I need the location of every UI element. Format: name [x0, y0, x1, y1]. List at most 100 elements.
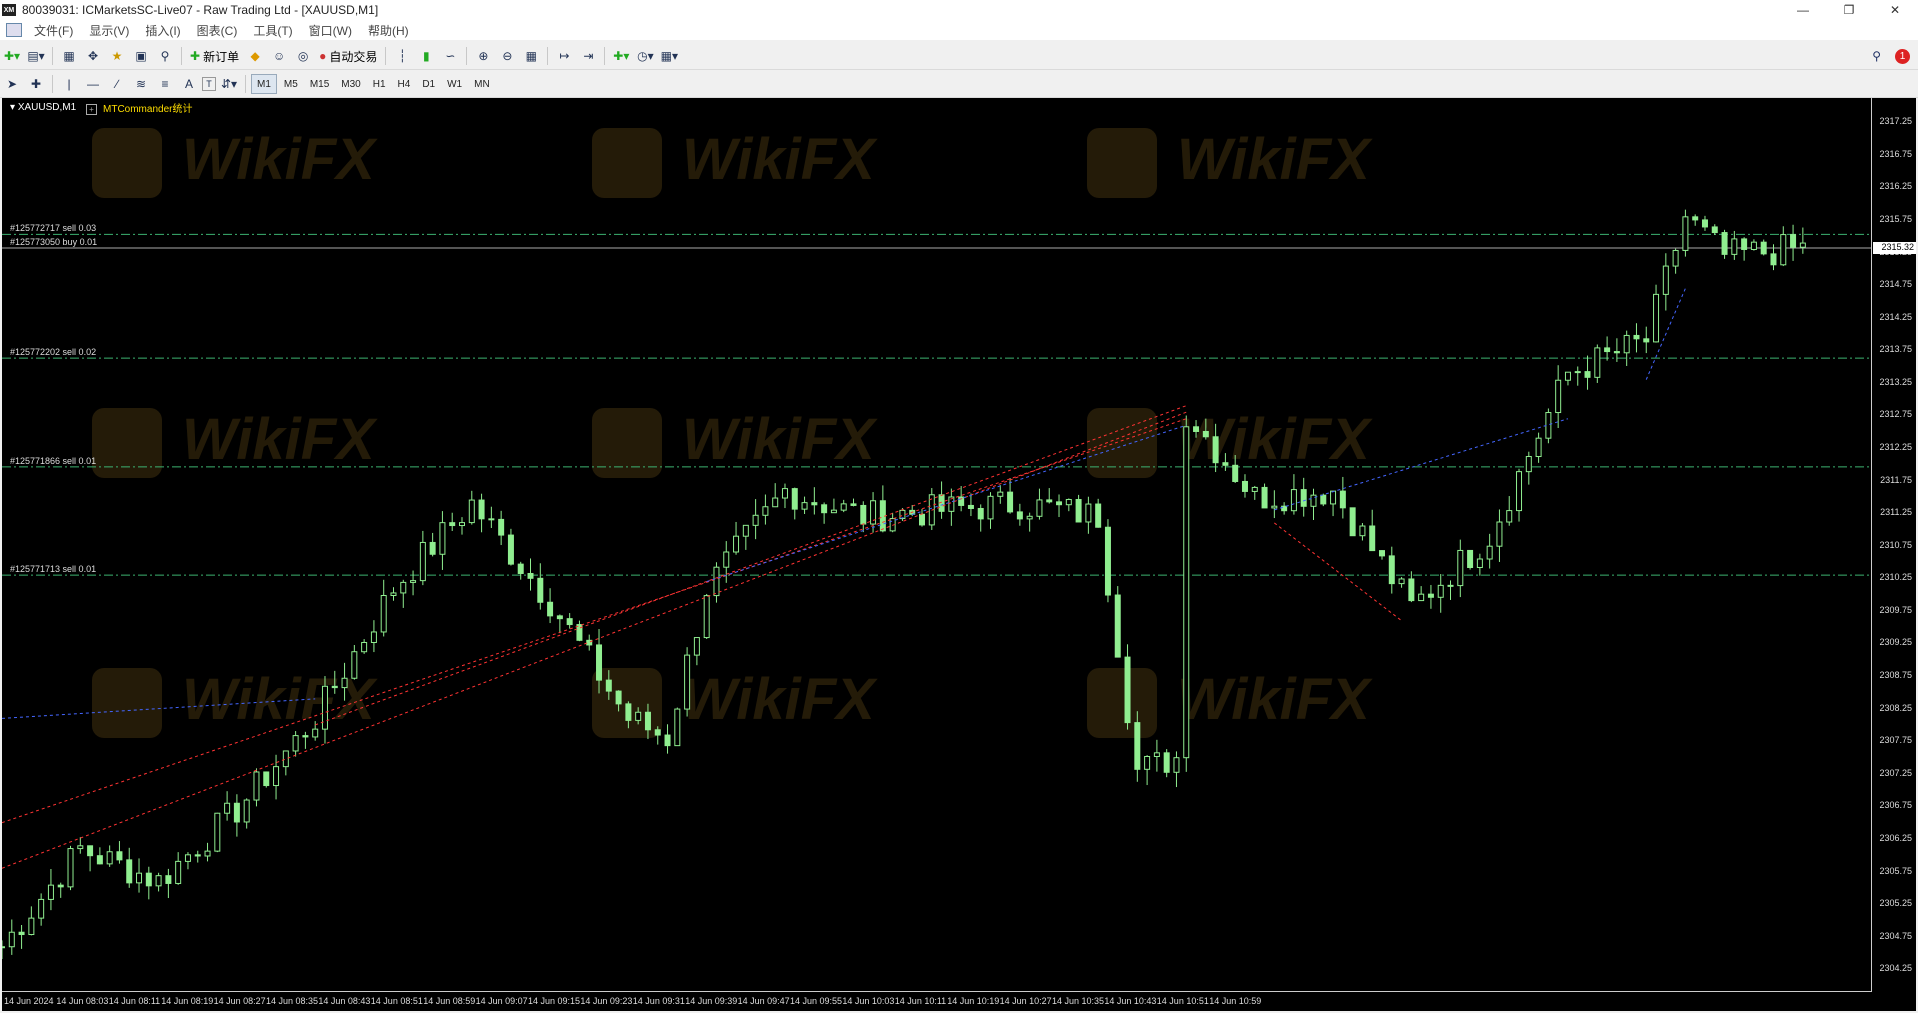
candle-body [1574, 371, 1581, 374]
candle-body [1760, 241, 1767, 255]
search-icon[interactable]: ⚲ [1872, 49, 1881, 63]
tile-windows-icon[interactable]: ▦ [520, 46, 542, 66]
close-icon[interactable]: ✕ [1872, 0, 1918, 20]
menu-help[interactable]: 帮助(H) [362, 22, 419, 39]
candle-body [47, 884, 54, 900]
menu-file[interactable]: 文件(F) [28, 22, 83, 39]
candle-body [1731, 238, 1738, 255]
zoom-in-icon[interactable]: ⊕ [472, 46, 494, 66]
menu-tools[interactable]: 工具(T) [247, 22, 302, 39]
candle-body [821, 504, 828, 514]
timeframe-m15[interactable]: M15 [305, 75, 334, 93]
candle-body [38, 898, 45, 919]
text-tool-icon[interactable]: A [178, 74, 200, 94]
candle-body [537, 577, 544, 603]
timeframe-m5[interactable]: M5 [279, 75, 303, 93]
arrows-icon[interactable]: ⇵▾ [218, 74, 240, 94]
strategy-tester-icon[interactable]: ⚲ [154, 46, 176, 66]
price-tick-label: 2312.75 [1879, 409, 1912, 420]
line-chart-icon[interactable]: ∽ [439, 46, 461, 66]
candle-body [1075, 499, 1082, 523]
time-axis: 14 Jun 2024 14 Jun 08:03 14 Jun 08:11 14 Ju… [2, 991, 1872, 1011]
vertical-line-icon[interactable]: | [58, 74, 80, 94]
candle-body [1516, 471, 1523, 512]
timeframe-m1[interactable]: M1 [251, 74, 277, 94]
candle-body [184, 854, 191, 862]
indicator-name: MTCommander统计 [103, 104, 193, 115]
candlestick-icon[interactable]: ▮ [415, 46, 437, 66]
candle-body [997, 491, 1004, 497]
profiles-icon[interactable]: ▤▾ [25, 46, 47, 66]
order-label: #125773050 buy 0.01 [10, 237, 98, 248]
horizontal-line-icon[interactable]: — [82, 74, 104, 94]
notification-badge[interactable]: 1 [1895, 48, 1910, 64]
price-tick-label: 2308.25 [1879, 702, 1912, 713]
order-label: #125772202 sell 0.02 [10, 347, 97, 358]
market-watch-icon[interactable]: ▦ [58, 46, 80, 66]
price-chart[interactable] [2, 98, 1872, 991]
candle-body [488, 518, 495, 521]
time-tick-label: 14 Jun 08:43 [318, 996, 371, 1006]
candle-body [654, 729, 661, 736]
trade-link-line [2, 418, 1187, 824]
candle-body [1290, 489, 1297, 512]
candle-body [449, 522, 456, 527]
crosshair-icon[interactable]: ✚ [25, 74, 47, 94]
chart-window-icon[interactable] [6, 23, 22, 37]
candle-body [175, 860, 182, 884]
signals-icon[interactable]: ◎ [292, 46, 314, 66]
fibonacci-icon[interactable]: ≡ [154, 74, 176, 94]
menu-view[interactable]: 显示(V) [83, 22, 139, 39]
chart-window[interactable]: WikiFX WikiFX WikiFX WikiFX WikiFX WikiFX Wiki… [2, 98, 1916, 1011]
chart-symbol-tab[interactable]: ▾ XAUUSD,M1 [10, 102, 76, 113]
candle-body [762, 506, 769, 516]
candle-body [8, 931, 15, 948]
candle-body [811, 502, 818, 506]
menu-bar: 文件(F) 显示(V) 插入(I) 图表(C) 工具(T) 窗口(W) 帮助(H… [0, 20, 1918, 57]
channel-icon[interactable]: ≋ [130, 74, 152, 94]
market-icon[interactable]: ☺ [268, 46, 290, 66]
cursor-icon[interactable]: ➤ [1, 74, 23, 94]
candle-body [596, 644, 603, 681]
new-order-button[interactable]: ✚ 新订单 [186, 46, 243, 66]
timeframe-h1[interactable]: H1 [368, 75, 391, 93]
candle-body [468, 499, 475, 524]
label-tool-icon[interactable]: T [202, 77, 216, 91]
minimize-icon[interactable]: — [1780, 0, 1826, 20]
candle-body [1026, 515, 1033, 520]
timeframe-h4[interactable]: H4 [393, 75, 416, 93]
terminal-icon[interactable]: ▣ [130, 46, 152, 66]
periods-icon[interactable]: ◷▾ [634, 46, 656, 66]
trendline-icon[interactable]: ∕ [106, 74, 128, 94]
menu-window[interactable]: 窗口(W) [303, 22, 362, 39]
indicators-icon[interactable]: ✚▾ [610, 46, 632, 66]
auto-scroll-icon[interactable]: ↦ [553, 46, 575, 66]
navigator-icon[interactable]: ★ [106, 46, 128, 66]
chart-symbol: XAUUSD,M1 [17, 102, 77, 113]
indicator-label[interactable]: + MTCommander统计 [86, 100, 192, 115]
expand-icon[interactable]: + [86, 104, 97, 115]
restore-icon[interactable]: ❐ [1826, 0, 1872, 20]
zoom-out-icon[interactable]: ⊖ [496, 46, 518, 66]
data-window-icon[interactable]: ✥ [82, 46, 104, 66]
auto-trading-button[interactable]: ● 自动交易 [315, 46, 381, 66]
timeframe-w1[interactable]: W1 [442, 75, 467, 93]
templates-icon[interactable]: ▦▾ [658, 46, 680, 66]
time-tick-label: 14 Jun 10:35 [1052, 996, 1105, 1006]
chart-shift-icon[interactable]: ⇥ [577, 46, 599, 66]
candle-body [498, 518, 505, 536]
candle-body [1427, 593, 1434, 598]
timeframe-m30[interactable]: M30 [336, 75, 365, 93]
price-tick-label: 2310.25 [1879, 572, 1912, 583]
candle-body [1741, 238, 1748, 250]
menu-insert[interactable]: 插入(I) [139, 22, 190, 39]
candle-body [1594, 347, 1601, 378]
menu-charts[interactable]: 图表(C) [191, 22, 248, 39]
timeframe-mn[interactable]: MN [469, 75, 495, 93]
timeframe-d1[interactable]: D1 [417, 75, 440, 93]
candle-body [1653, 293, 1660, 343]
candle-body [1163, 752, 1170, 773]
new-chart-icon[interactable]: ✚▾ [1, 46, 23, 66]
bar-chart-icon[interactable]: ┆ [391, 46, 413, 66]
metaeditor-icon[interactable]: ◆ [244, 46, 266, 66]
